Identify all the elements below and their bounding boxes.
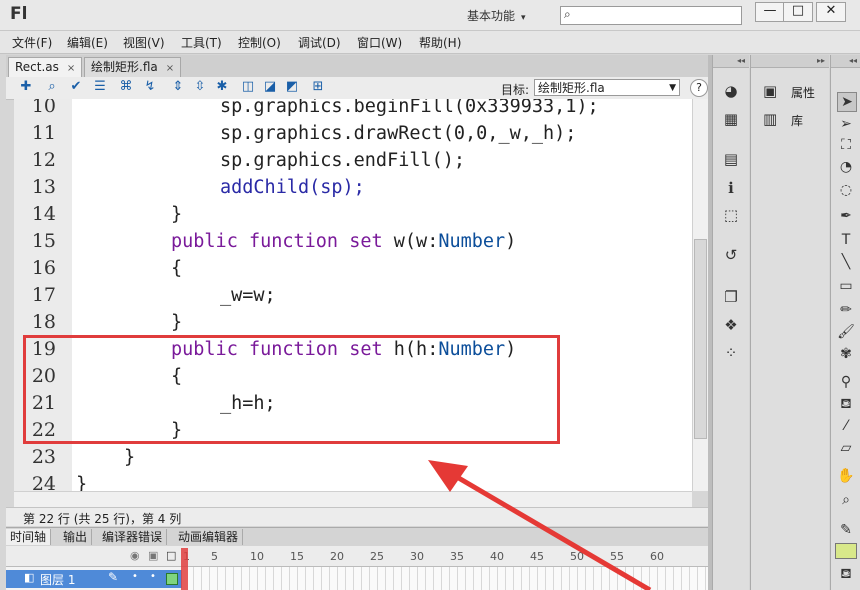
arrow-head	[428, 460, 468, 492]
annotation-arrow	[428, 460, 652, 590]
arrow-shaft	[443, 467, 652, 590]
